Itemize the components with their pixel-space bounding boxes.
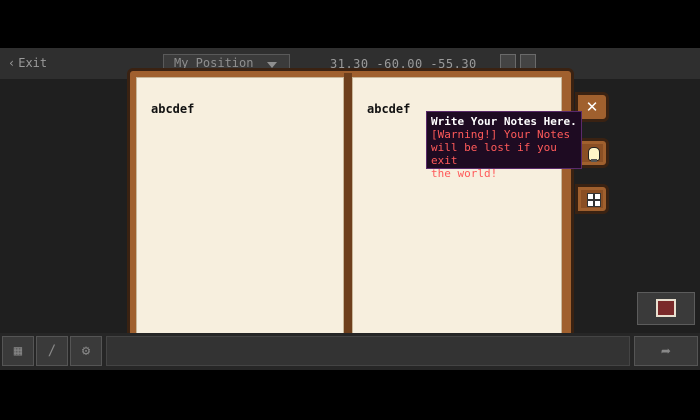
close-icon: ✕ [585, 98, 599, 116]
exit-label: Exit [18, 56, 48, 70]
grid-icon [587, 193, 601, 207]
slash-command-button[interactable]: / [36, 336, 68, 366]
bottom-bar: ▦ / ⚙ ➦ [0, 333, 700, 370]
settings-button[interactable]: ⚙ [70, 336, 102, 366]
left-page[interactable]: abcdef [136, 77, 344, 338]
send-icon: ➦ [661, 341, 671, 361]
lightbulb-base [591, 159, 597, 162]
hint-button-face [581, 144, 603, 162]
game-screen: ‹ Exit My Position 31.30 -60.00 -55.30 ab… [0, 48, 700, 370]
slash-icon: / [47, 343, 57, 359]
tooltip-warning-line: will be lost if you exit [431, 141, 557, 167]
inventory-button[interactable]: ▦ [2, 336, 34, 366]
tooltip-warning-line: the world! [431, 167, 498, 180]
book-spine [344, 73, 352, 344]
grid-small-icon: ▦ [13, 343, 23, 359]
tooltip-warning-line: [Warning!] Your Notes [431, 128, 571, 141]
chevron-left-icon: ‹ [8, 56, 16, 70]
right-page-text: abcdef [367, 102, 411, 116]
notes-tooltip: Write Your Notes Here. [Warning!] Your N… [426, 111, 582, 180]
grid-button[interactable] [575, 184, 609, 214]
book-button[interactable] [637, 292, 695, 325]
chat-input[interactable] [106, 336, 630, 366]
book-icon [656, 299, 676, 317]
gear-icon: ⚙ [81, 343, 91, 359]
left-page-text: abcdef [151, 102, 195, 116]
grid-button-face [581, 190, 603, 208]
exit-button[interactable]: ‹ Exit [8, 56, 47, 70]
tooltip-title: Write Your Notes Here. [431, 115, 577, 128]
send-button[interactable]: ➦ [634, 336, 698, 366]
